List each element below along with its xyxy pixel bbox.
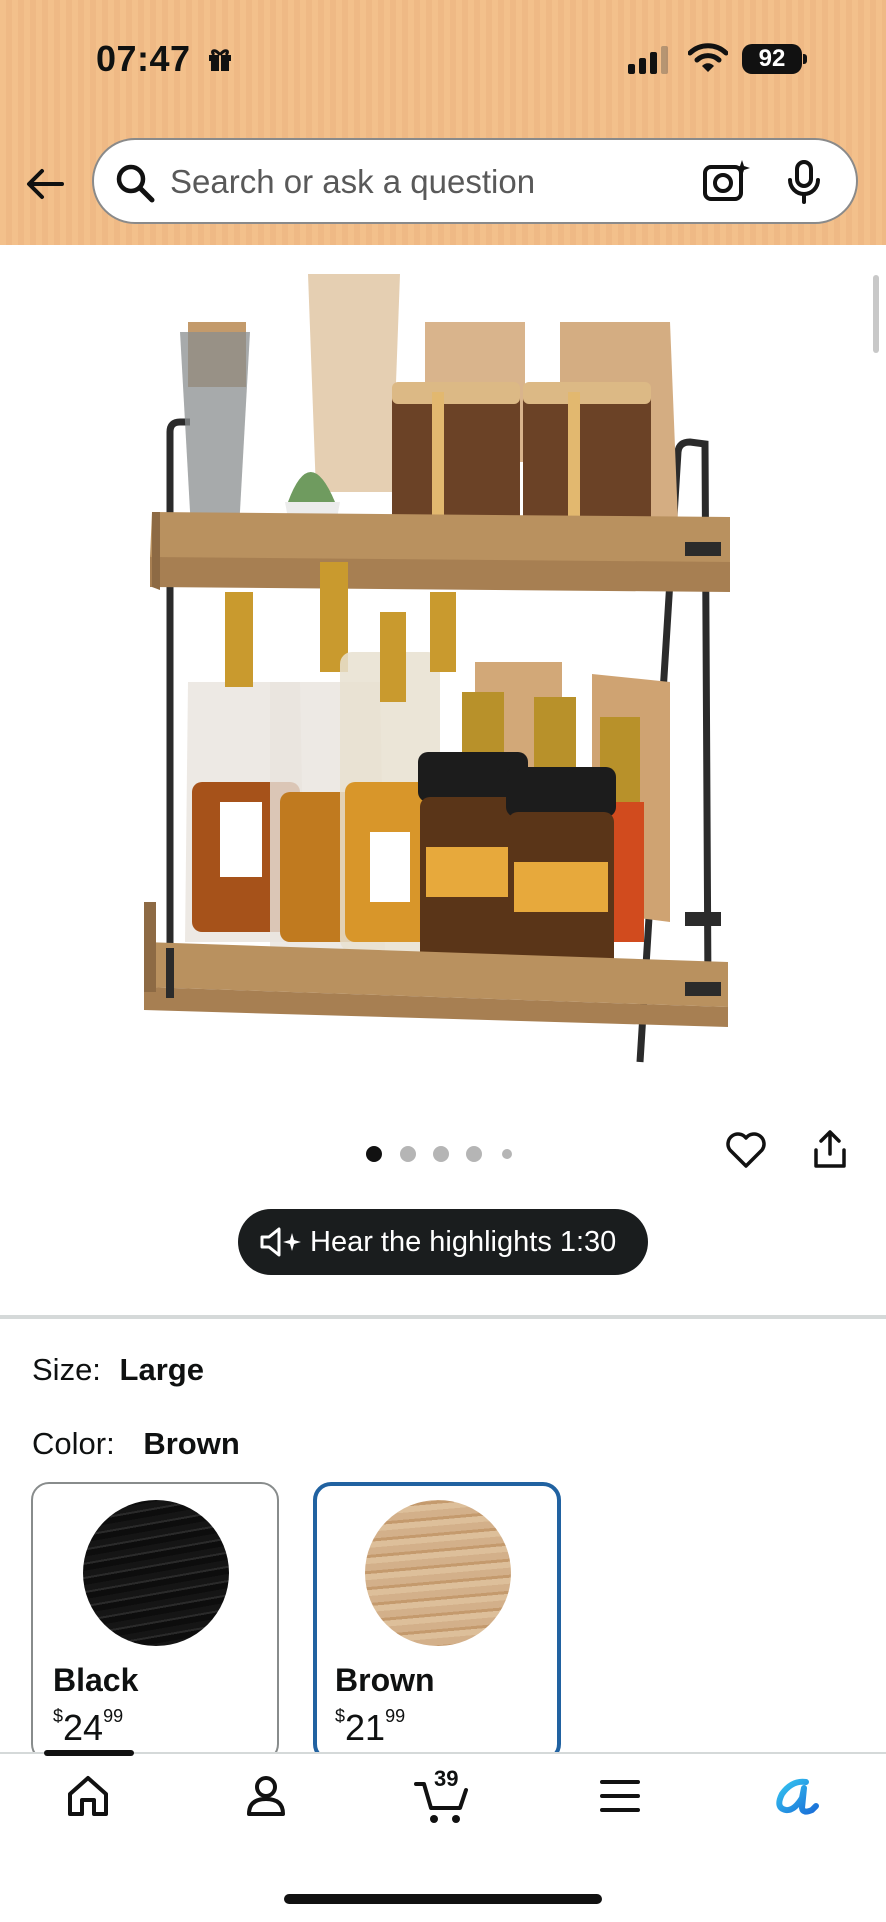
swatch-name: Black: [53, 1662, 139, 1698]
heart-icon[interactable]: [724, 1128, 768, 1172]
gift-icon: [209, 49, 231, 71]
hear-highlights-button[interactable]: Hear the highlights 1:30: [238, 1209, 648, 1275]
home-indicator[interactable]: [284, 1894, 602, 1904]
color-value: Brown: [143, 1426, 240, 1461]
product-image[interactable]: [130, 262, 750, 1082]
size-value: Large: [119, 1352, 204, 1387]
battery-tip: [803, 54, 807, 64]
pagination-dot[interactable]: [433, 1146, 449, 1162]
color-selection: Color: Brown: [32, 1426, 240, 1462]
battery-level: 92: [742, 44, 802, 74]
camera-lens-icon[interactable]: [702, 158, 750, 204]
account-icon[interactable]: [242, 1772, 290, 1820]
rufus-icon[interactable]: [772, 1772, 822, 1820]
hear-highlights-label: Hear the highlights 1:30: [310, 1226, 617, 1258]
back-arrow-icon[interactable]: [22, 160, 70, 208]
pagination-dot[interactable]: [502, 1149, 512, 1159]
search-icon: [116, 164, 155, 203]
color-label: Color:: [32, 1426, 115, 1461]
size-label: Size:: [32, 1352, 101, 1387]
speaker-sparkle-icon: [260, 1227, 301, 1257]
swatch-price: $2499: [53, 1706, 124, 1748]
size-selection: Size: Large: [32, 1352, 204, 1388]
black-wood-swatch: [83, 1500, 229, 1646]
share-icon[interactable]: [808, 1128, 852, 1172]
section-divider: [0, 1315, 886, 1319]
signal-icon: [628, 46, 668, 74]
pagination-dot[interactable]: [400, 1146, 416, 1162]
swatch-name: Brown: [335, 1662, 435, 1698]
color-swatch-brown[interactable]: Brown $2199: [313, 1482, 561, 1762]
active-tab-indicator: [44, 1750, 134, 1756]
pagination-dot[interactable]: [366, 1146, 382, 1162]
wifi-icon: [688, 43, 728, 72]
search-input[interactable]: [168, 140, 652, 224]
search-bar[interactable]: [92, 138, 858, 224]
menu-icon[interactable]: [598, 1772, 642, 1820]
microphone-icon[interactable]: [786, 160, 822, 204]
home-icon[interactable]: [64, 1772, 112, 1820]
swatch-price: $2199: [335, 1706, 406, 1748]
color-swatch-black[interactable]: Black $2499: [31, 1482, 279, 1762]
pagination-dot[interactable]: [466, 1146, 482, 1162]
status-time: 07:47: [96, 38, 191, 79]
scrollbar[interactable]: [873, 275, 879, 353]
cart-count-badge: 39: [434, 1766, 459, 1791]
brown-wood-swatch: [365, 1500, 511, 1646]
